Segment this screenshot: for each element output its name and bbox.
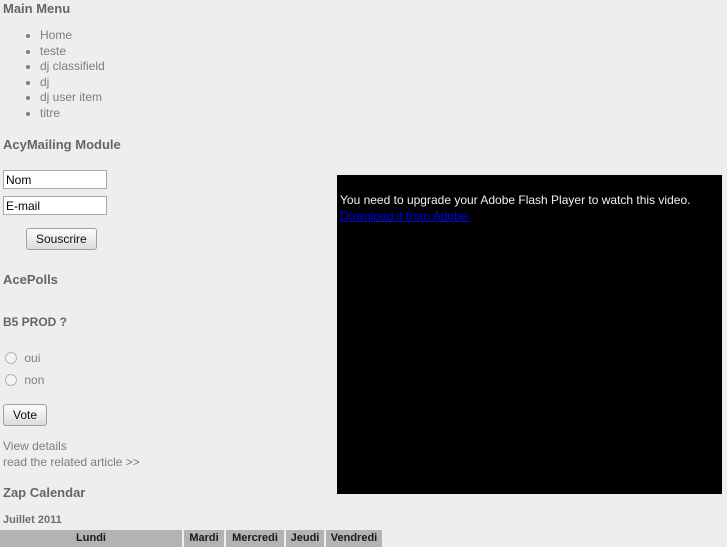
poll-option-non[interactable]: non	[0, 373, 67, 387]
zap-calendar-title: Zap Calendar	[3, 485, 86, 500]
main-menu-link-titre[interactable]: titre	[40, 106, 60, 120]
main-menu-item[interactable]: Home	[40, 28, 105, 44]
main-menu-item[interactable]: teste	[40, 44, 105, 60]
vote-button[interactable]: Vote	[3, 404, 48, 426]
calendar-month-label: Juillet 2011	[3, 514, 62, 526]
poll-option-label: non	[24, 373, 45, 387]
main-menu-item[interactable]: dj user item	[40, 90, 105, 106]
calendar-day-header-mercredi: Mercredi	[225, 530, 286, 547]
main-menu-item[interactable]: titre	[40, 106, 105, 122]
flash-upgrade-message: You need to upgrade your Adobe Flash Pla…	[340, 192, 710, 224]
subscriber-email-input[interactable]	[3, 196, 107, 215]
calendar-block: Juillet 2011 Lundi Mardi Mercredi Jeudi …	[0, 514, 382, 547]
main-menu-link-home[interactable]: Home	[40, 28, 72, 42]
main-menu-link-teste[interactable]: teste	[40, 44, 66, 58]
calendar-header-row: Lundi Mardi Mercredi Jeudi Vendredi	[0, 530, 382, 547]
acymailing-form: Souscrire	[0, 170, 107, 250]
subscribe-button[interactable]: Souscrire	[26, 228, 97, 250]
main-menu-link-dj-classifield[interactable]: dj classifield	[40, 59, 105, 73]
calendar-day-header-jeudi: Jeudi	[285, 530, 326, 547]
calendar-day-header-mardi: Mardi	[183, 530, 226, 547]
poll-radio-non[interactable]	[5, 374, 17, 386]
main-menu-link-dj-user-item[interactable]: dj user item	[40, 90, 102, 104]
flash-upgrade-text: You need to upgrade your Adobe Flash Pla…	[340, 193, 691, 207]
related-article-link[interactable]: read the related article >>	[3, 455, 140, 471]
subscriber-name-input[interactable]	[3, 170, 107, 189]
poll-option-label: oui	[24, 351, 41, 365]
calendar-table: Lundi Mardi Mercredi Jeudi Vendredi	[0, 530, 382, 547]
acymailing-title: AcyMailing Module	[3, 137, 121, 152]
calendar-day-header-vendredi: Vendredi	[325, 530, 382, 547]
poll-block: B5 PROD ? oui non Vote	[0, 315, 67, 426]
poll-option-oui[interactable]: oui	[0, 351, 67, 365]
poll-radio-oui[interactable]	[5, 352, 17, 364]
main-menu-link-dj[interactable]: dj	[40, 75, 49, 89]
main-menu-item[interactable]: dj classifield	[40, 59, 105, 75]
main-menu-title: Main Menu	[3, 1, 71, 16]
acepolls-title: AcePolls	[3, 272, 58, 287]
view-details-link[interactable]: View details	[3, 439, 140, 455]
main-menu-list: Home teste dj classifield dj dj user ite…	[0, 28, 105, 121]
download-flash-link[interactable]: Download it from Adobe.	[340, 208, 471, 224]
poll-links: View details read the related article >>	[3, 439, 140, 470]
main-menu-item[interactable]: dj	[40, 75, 105, 91]
poll-question: B5 PROD ?	[3, 315, 68, 329]
calendar-day-header-lundi: Lundi	[0, 530, 184, 547]
video-player-panel: You need to upgrade your Adobe Flash Pla…	[337, 175, 722, 494]
